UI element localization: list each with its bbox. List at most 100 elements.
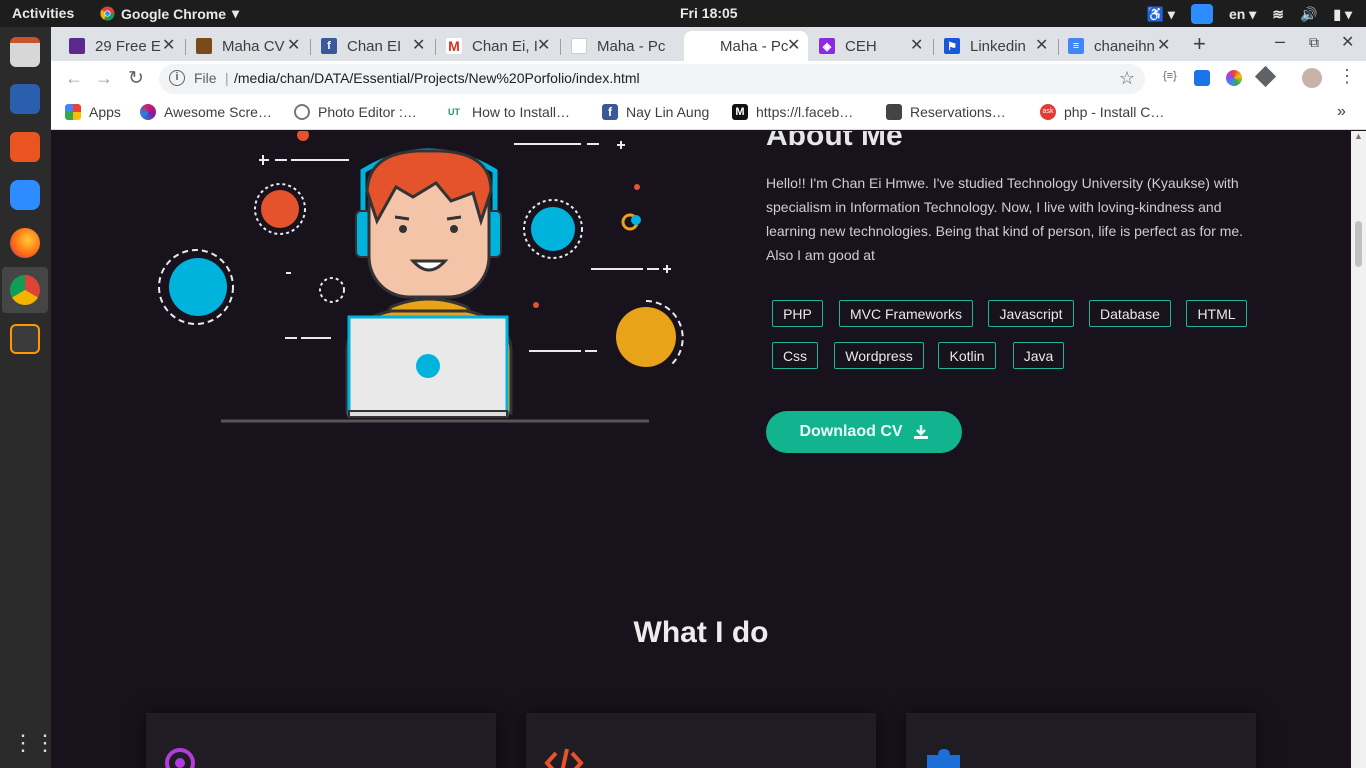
docs-icon: ≡: [1068, 38, 1084, 54]
zoom-app-icon[interactable]: [1190, 4, 1213, 24]
skill-tag: Javascript: [988, 300, 1074, 327]
tab-separator: [560, 39, 561, 55]
cube-icon: [886, 104, 902, 120]
service-card: [146, 713, 496, 768]
json-viewer-extension-icon[interactable]: {≡}: [1163, 70, 1177, 82]
apps-grid-icon: [65, 104, 81, 120]
system-tray[interactable]: ♿ ▾ en ▾ ≋ 🔊 ▮ ▾: [1147, 4, 1352, 24]
color-picker-extension-icon[interactable]: [1226, 70, 1242, 86]
bookmark-nay-lin-aung[interactable]: f Nay Lin Aung: [602, 104, 709, 120]
page-scrollbar[interactable]: ▲: [1351, 131, 1366, 768]
url-scheme: File: [194, 70, 217, 86]
skill-tag: Wordpress: [834, 342, 924, 369]
what-i-do-title: What I do: [633, 616, 769, 649]
gmail-icon: M: [446, 38, 462, 54]
close-tab-icon[interactable]: ✕: [287, 35, 300, 55]
skill-tag: Kotlin: [938, 342, 996, 369]
more-bookmarks-icon[interactable]: »: [1337, 103, 1346, 121]
reload-icon[interactable]: ↻: [128, 67, 144, 90]
bookmark-reservations[interactable]: Reservations…: [886, 104, 1006, 120]
tab-5[interactable]: Maha - Pc: [571, 31, 681, 61]
chevron-down-icon: ▾: [232, 5, 240, 21]
close-window-button[interactable]: ✕: [1341, 32, 1354, 52]
puzzle-icon: [927, 749, 960, 768]
facebook-icon: f: [321, 38, 337, 54]
tab-separator: [310, 39, 311, 55]
back-icon[interactable]: ←: [65, 68, 83, 89]
profile-avatar[interactable]: [1302, 68, 1322, 88]
system-top-bar: Activities Google Chrome ▾ Fri 18:05 ♿ ▾…: [0, 0, 1366, 27]
files-icon[interactable]: [10, 37, 40, 67]
service-card: [526, 713, 876, 768]
extension-icon[interactable]: [1194, 70, 1210, 86]
info-icon[interactable]: i: [169, 70, 185, 86]
volume-icon[interactable]: 🔊: [1300, 6, 1317, 23]
layers-extension-icon[interactable]: [1254, 65, 1277, 88]
about-title: About Me: [766, 131, 903, 152]
forward-icon[interactable]: →: [95, 68, 113, 89]
close-tab-icon[interactable]: ✕: [1035, 35, 1048, 55]
browser-toolbar: ← → ↻ i File | /media/chan/DATA/Essentia…: [51, 61, 1366, 97]
bookmarks-bar: Apps Awesome Scre… Photo Editor :… UT How…: [51, 97, 1366, 130]
download-icon: [913, 425, 928, 439]
ask-icon: ask: [1040, 104, 1056, 120]
bookmark-how-to-install[interactable]: UT How to Install…: [448, 104, 570, 120]
firefox-icon[interactable]: [10, 228, 40, 258]
about-text: Hello!! I'm Chan Ei Hmwe. I've studied T…: [766, 175, 1244, 263]
photo-editor-icon: [294, 104, 310, 120]
clock[interactable]: Fri 18:05: [680, 5, 738, 21]
sublime-text-icon[interactable]: [10, 324, 40, 354]
target-icon: [165, 748, 195, 768]
language-indicator[interactable]: en ▾: [1229, 6, 1256, 23]
writer-icon[interactable]: [10, 84, 40, 114]
close-tab-icon[interactable]: ✕: [910, 35, 923, 55]
new-tab-button[interactable]: +: [1193, 31, 1206, 57]
codepen-icon: ◈: [819, 38, 835, 54]
close-tab-icon[interactable]: ✕: [537, 35, 550, 55]
chrome-dock-icon[interactable]: [10, 275, 40, 305]
zoom-icon[interactable]: [10, 180, 40, 210]
battery-icon[interactable]: ▮ ▾: [1333, 6, 1352, 23]
bookmark-star-icon[interactable]: ☆: [1119, 68, 1135, 89]
accessibility-icon[interactable]: ♿ ▾: [1147, 6, 1175, 23]
close-tab-icon[interactable]: ✕: [162, 35, 175, 55]
close-tab-icon[interactable]: ✕: [787, 35, 800, 55]
show-apps-icon[interactable]: ⋮⋮: [12, 730, 56, 756]
skill-tag: Css: [772, 342, 818, 369]
download-cv-label: Downlaod CV: [799, 423, 903, 440]
scrollbar-thumb[interactable]: [1355, 221, 1362, 267]
wifi-icon[interactable]: ≋: [1272, 6, 1284, 23]
tab-separator: [1058, 39, 1059, 55]
close-tab-icon[interactable]: ✕: [412, 35, 425, 55]
bookmark-photo-editor[interactable]: Photo Editor :…: [294, 104, 417, 120]
photo-icon: [196, 38, 212, 54]
chrome-icon: [100, 6, 115, 21]
skill-tag: HTML: [1186, 300, 1247, 327]
maximize-button[interactable]: ⧉: [1309, 34, 1319, 51]
url-divider: |: [225, 70, 229, 86]
page-viewport: About Me Hello!! I'm Chan Ei Hmwe. I've …: [51, 131, 1351, 768]
bookmark-php-install[interactable]: ask php - Install C…: [1040, 104, 1164, 120]
bookmark-facebook-link[interactable]: Mhttps://l.faceb…: [732, 104, 853, 120]
minimize-button[interactable]: –: [1275, 31, 1285, 52]
scroll-up-arrow[interactable]: ▲: [1354, 131, 1363, 141]
ut-icon: UT: [448, 107, 460, 117]
app-name: Google Chrome: [121, 5, 227, 22]
flag-icon: ⚑: [944, 38, 960, 54]
skill-tag: Database: [1089, 300, 1171, 327]
skill-tag: MVC Frameworks: [839, 300, 973, 327]
blank-page-icon: [571, 38, 587, 54]
omnibox[interactable]: i File | /media/chan/DATA/Essential/Proj…: [159, 64, 1145, 94]
bookmark-apps[interactable]: Apps: [65, 104, 121, 120]
skill-tag: Java: [1013, 342, 1064, 369]
close-tab-icon[interactable]: ✕: [1157, 35, 1170, 55]
url-text[interactable]: /media/chan/DATA/Essential/Projects/New%…: [234, 70, 640, 86]
bookmark-awesome-screenshot[interactable]: Awesome Scre…: [140, 104, 272, 120]
colorlib-icon: [69, 38, 85, 54]
activities-button[interactable]: Activities: [12, 5, 74, 21]
software-center-icon[interactable]: [10, 132, 40, 162]
medium-icon: M: [732, 104, 748, 120]
app-menu[interactable]: Google Chrome ▾: [100, 5, 239, 22]
download-cv-button[interactable]: Downlaod CV: [766, 411, 962, 453]
chrome-menu-icon[interactable]: ⋮: [1338, 66, 1356, 87]
